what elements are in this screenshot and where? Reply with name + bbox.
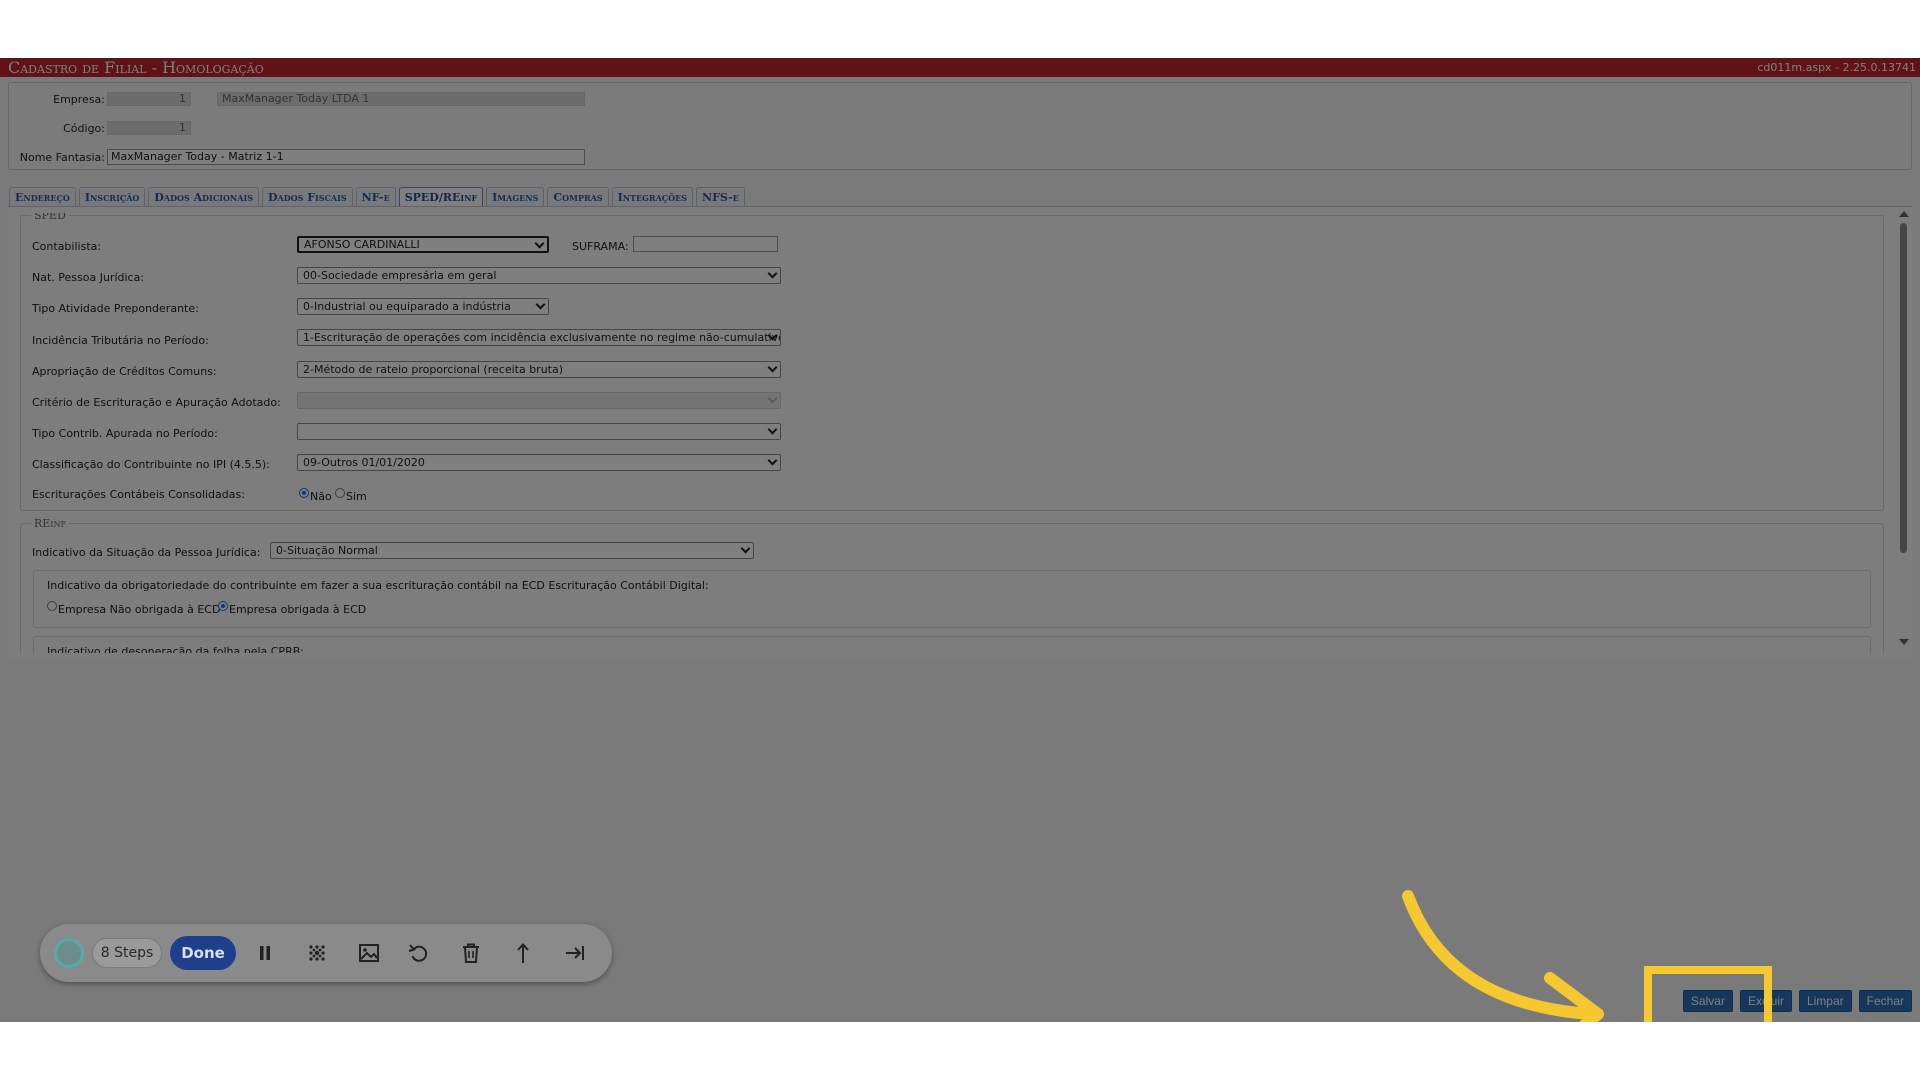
skip-icon[interactable]: [562, 940, 588, 966]
fantasia-input[interactable]: MaxManager Today - Matriz 1-1: [107, 149, 585, 165]
aprop-select[interactable]: 2-Método de rateio proporcional (receita…: [297, 361, 781, 378]
situacao-value: 0-Situação Normal: [276, 544, 378, 557]
reinf-legend: REinf: [31, 517, 70, 530]
cprb-label: Indicativo de desoneração da folha pela …: [47, 645, 304, 653]
classif-value: 09-Outros 01/01/2020: [303, 456, 425, 469]
sped-legend: SPED: [31, 213, 69, 222]
chevron-down-icon: [767, 455, 778, 466]
tab-inscricao[interactable]: Inscrição: [78, 187, 146, 207]
nat-value: 00-Sociedade empresária em geral: [303, 269, 497, 282]
tab-bar: Endereço Inscrição Dados Adicionais Dado…: [9, 187, 745, 207]
steps-badge[interactable]: 8 Steps: [92, 938, 162, 968]
tipo-ativ-value: 0-Industrial ou equiparado a indústria: [303, 300, 511, 313]
ecd-nao-label: Empresa Não obrigada à ECD: [58, 603, 221, 616]
chevron-down-icon: [767, 393, 778, 404]
undo-icon[interactable]: [406, 940, 432, 966]
pointer-arrow-icon: [1402, 890, 1604, 1022]
chevron-down-icon: [767, 362, 778, 373]
empresa-code-field: 1: [107, 92, 191, 106]
done-button[interactable]: Done: [170, 936, 236, 970]
env-title: - Homologação: [146, 58, 264, 77]
tipo-ativ-label: Tipo Atividade Preponderante:: [32, 302, 199, 315]
criterio-select: [297, 392, 781, 409]
fechar-button[interactable]: Fechar: [1858, 990, 1912, 1012]
tipo-contrib-label: Tipo Contrib. Apurada no Período:: [32, 427, 218, 440]
situacao-label: Indicativo da Situação da Pessoa Jurídic…: [32, 546, 261, 559]
contabilista-select[interactable]: AFONSO CARDINALLI: [297, 236, 549, 253]
aprop-value: 2-Método de rateio proporcional (receita…: [303, 363, 564, 376]
ecd-sim-label: Empresa obrigada à ECD: [229, 603, 367, 616]
contabilista-value: AFONSO CARDINALLI: [304, 238, 420, 251]
chevron-down-icon: [535, 299, 546, 310]
escr-sim-label: Sim: [346, 490, 367, 503]
chevron-down-icon: [767, 268, 778, 279]
chevron-down-icon: [767, 424, 778, 435]
tab-nfse[interactable]: NFS-e: [696, 187, 745, 207]
tipo-ativ-select[interactable]: 0-Industrial ou equiparado a indústria: [297, 298, 549, 315]
app-title: Cadastro de Filial: [8, 58, 147, 77]
tab-compras[interactable]: Compras: [547, 187, 609, 207]
scroll-area[interactable]: SPED Contabilista: AFONSO CARDINALLI SUF…: [20, 213, 1908, 653]
fantasia-label: Nome Fantasia:: [19, 151, 105, 164]
suframa-label: SUFRAMA:: [572, 240, 629, 253]
nat-select[interactable]: 00-Sociedade empresária em geral: [297, 267, 781, 284]
tab-endereco[interactable]: Endereço: [9, 187, 76, 207]
scroll-thumb[interactable]: [1900, 223, 1907, 553]
criterio-label: Critério de Escrituração e Apuração Adot…: [32, 396, 281, 409]
chevron-down-icon: [534, 238, 545, 249]
ecd-label: Indicativo da obrigatoriedade do contrib…: [47, 579, 709, 592]
logo-icon: [54, 938, 84, 968]
incid-select[interactable]: 1-Escrituração de operações com incidênc…: [297, 329, 781, 346]
vertical-scrollbar[interactable]: [1896, 207, 1910, 647]
tab-panel: SPED Contabilista: AFONSO CARDINALLI SUF…: [8, 207, 1912, 657]
page-content: Empresa: 1 MaxManager Today LTDA 1 Códig…: [0, 77, 1920, 1022]
share-icon[interactable]: [510, 940, 536, 966]
classif-select[interactable]: 09-Outros 01/01/2020: [297, 454, 781, 471]
reinf-fieldset: REinf Indicativo da Situação da Pessoa J…: [20, 517, 1884, 653]
nat-label: Nat. Pessoa Jurídica:: [32, 271, 145, 284]
tab-imagens[interactable]: Imagens: [486, 187, 545, 207]
ecd-nao-radio[interactable]: [47, 601, 57, 611]
version-label: cd011m.aspx - 2.25.0.13741: [1757, 61, 1916, 74]
tab-dados-fiscais[interactable]: Dados Fiscais: [261, 187, 353, 207]
sped-fieldset: SPED Contabilista: AFONSO CARDINALLI SUF…: [20, 213, 1884, 511]
ecd-box: Indicativo da obrigatoriedade do contrib…: [33, 570, 1871, 628]
blur-icon[interactable]: [304, 940, 330, 966]
tipo-contrib-select[interactable]: [297, 423, 781, 440]
ecd-sim-radio[interactable]: [218, 601, 228, 611]
escr-label: Escriturações Contábeis Consolidadas:: [32, 488, 245, 501]
escr-nao-radio[interactable]: [299, 488, 309, 498]
empresa-name-field: MaxManager Today LTDA 1: [217, 92, 585, 106]
classif-label: Classificação do Contribuinte no IPI (4.…: [32, 458, 270, 471]
tab-sped-reinf[interactable]: SPED/REinf: [398, 187, 484, 207]
codigo-label: Código:: [63, 122, 105, 135]
incid-label: Incidência Tributária no Período:: [32, 334, 209, 347]
suframa-input[interactable]: [633, 236, 778, 252]
empresa-label: Empresa:: [53, 93, 105, 106]
escr-sim-radio[interactable]: [335, 488, 345, 498]
chevron-down-icon: [740, 543, 751, 554]
aprop-label: Apropriação de Créditos Comuns:: [32, 365, 217, 378]
scroll-up-icon[interactable]: [1899, 211, 1909, 217]
contabilista-label: Contabilista:: [32, 240, 102, 253]
header-section: Empresa: 1 MaxManager Today LTDA 1 Códig…: [8, 82, 1912, 170]
highlight-box: [1644, 966, 1772, 1022]
tab-dados-adicionais[interactable]: Dados Adicionais: [148, 187, 259, 207]
tab-integracoes[interactable]: Integrações: [611, 187, 694, 207]
scroll-down-icon[interactable]: [1899, 639, 1909, 645]
pause-icon[interactable]: [252, 940, 278, 966]
situacao-select[interactable]: 0-Situação Normal: [270, 542, 754, 559]
trash-icon[interactable]: [458, 940, 484, 966]
cprb-box: Indicativo de desoneração da folha pela …: [33, 636, 1871, 653]
recorder-toolbar: 8 Steps Done: [40, 924, 612, 982]
app-window: Cadastro de Filial - Homologação cd011m.…: [0, 58, 1920, 1022]
title-bar: Cadastro de Filial - Homologação cd011m.…: [0, 58, 1920, 77]
tab-nfe[interactable]: NF-e: [355, 187, 396, 207]
codigo-field: 1: [107, 121, 191, 135]
image-icon[interactable]: [356, 940, 382, 966]
limpar-button[interactable]: Limpar: [1798, 990, 1852, 1012]
incid-value: 1-Escrituração de operações com incidênc…: [303, 331, 781, 344]
escr-nao-label: Não: [310, 490, 332, 503]
